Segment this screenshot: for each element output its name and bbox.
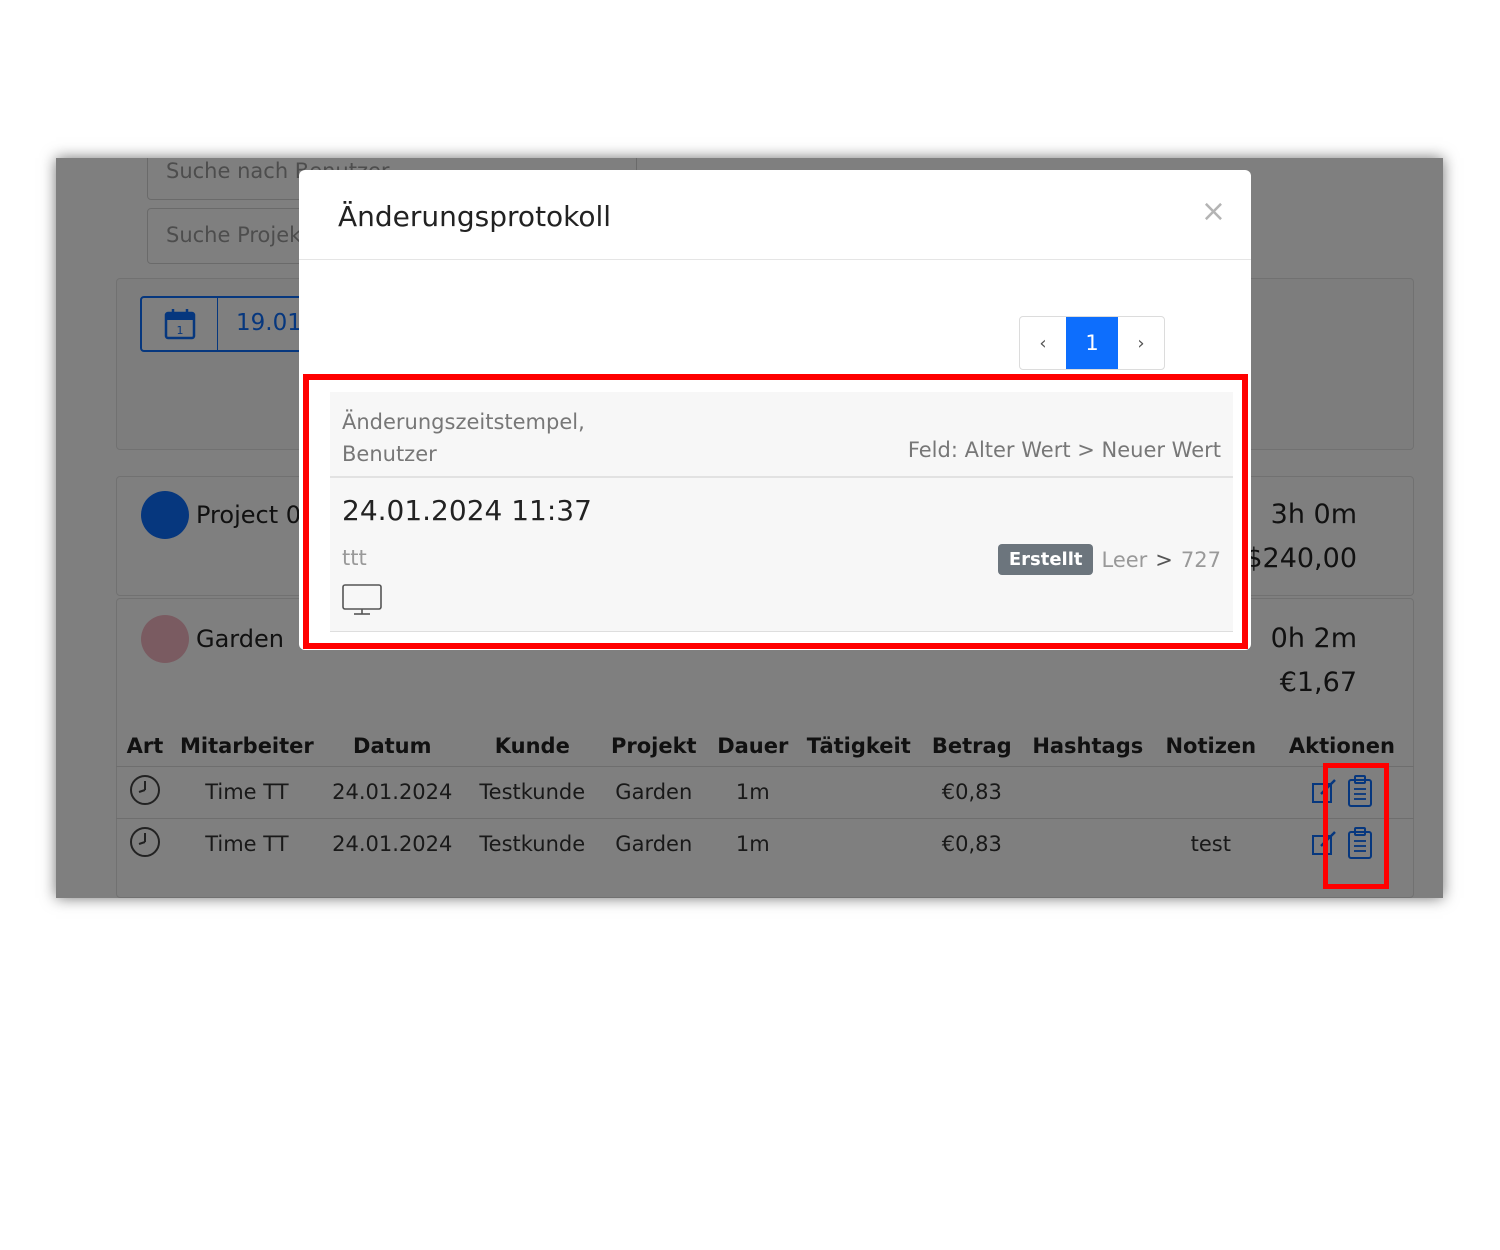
log-entry-arrow: >	[1155, 547, 1173, 572]
pagination-next-button[interactable]: ›	[1118, 317, 1164, 369]
log-entry-user: ttt	[342, 546, 367, 570]
change-log-table: Änderungszeitstempel, Benutzer Feld: Alt…	[330, 392, 1233, 632]
log-header-field-label: Feld: Alter Wert > Neuer Wert	[907, 438, 1221, 462]
log-header-user-label: Benutzer	[342, 442, 437, 466]
log-entry-old-value: Leer	[1101, 547, 1148, 572]
desktop-icon	[342, 584, 382, 620]
log-entry-change: Erstellt Leer > 727	[997, 544, 1221, 575]
log-entry-new-value: 727	[1180, 547, 1221, 572]
actions-highlight-box	[1323, 763, 1389, 889]
modal-header: Änderungsprotokoll ×	[299, 170, 1251, 260]
pagination: ‹ 1 ›	[1019, 316, 1165, 370]
log-highlight-box: Änderungszeitstempel, Benutzer Feld: Alt…	[303, 374, 1248, 649]
pagination-page-1[interactable]: 1	[1066, 317, 1118, 369]
log-header-left: Änderungszeitstempel, Benutzer	[342, 406, 585, 470]
log-header-timestamp-label: Änderungszeitstempel,	[342, 410, 585, 434]
pagination-prev-button[interactable]: ‹	[1020, 317, 1066, 369]
change-log-header: Änderungszeitstempel, Benutzer Feld: Alt…	[330, 392, 1233, 478]
status-badge: Erstellt	[997, 544, 1094, 575]
close-icon[interactable]: ×	[1201, 194, 1226, 229]
screenshot-frame: Suche nach Benutzer Suche Projekt 1 19.0…	[56, 158, 1443, 898]
change-log-entry: 24.01.2024 11:37 ttt Erstellt Leer > 727	[330, 480, 1233, 632]
log-entry-timestamp: 24.01.2024 11:37	[342, 494, 592, 527]
modal-title: Änderungsprotokoll	[338, 200, 612, 233]
